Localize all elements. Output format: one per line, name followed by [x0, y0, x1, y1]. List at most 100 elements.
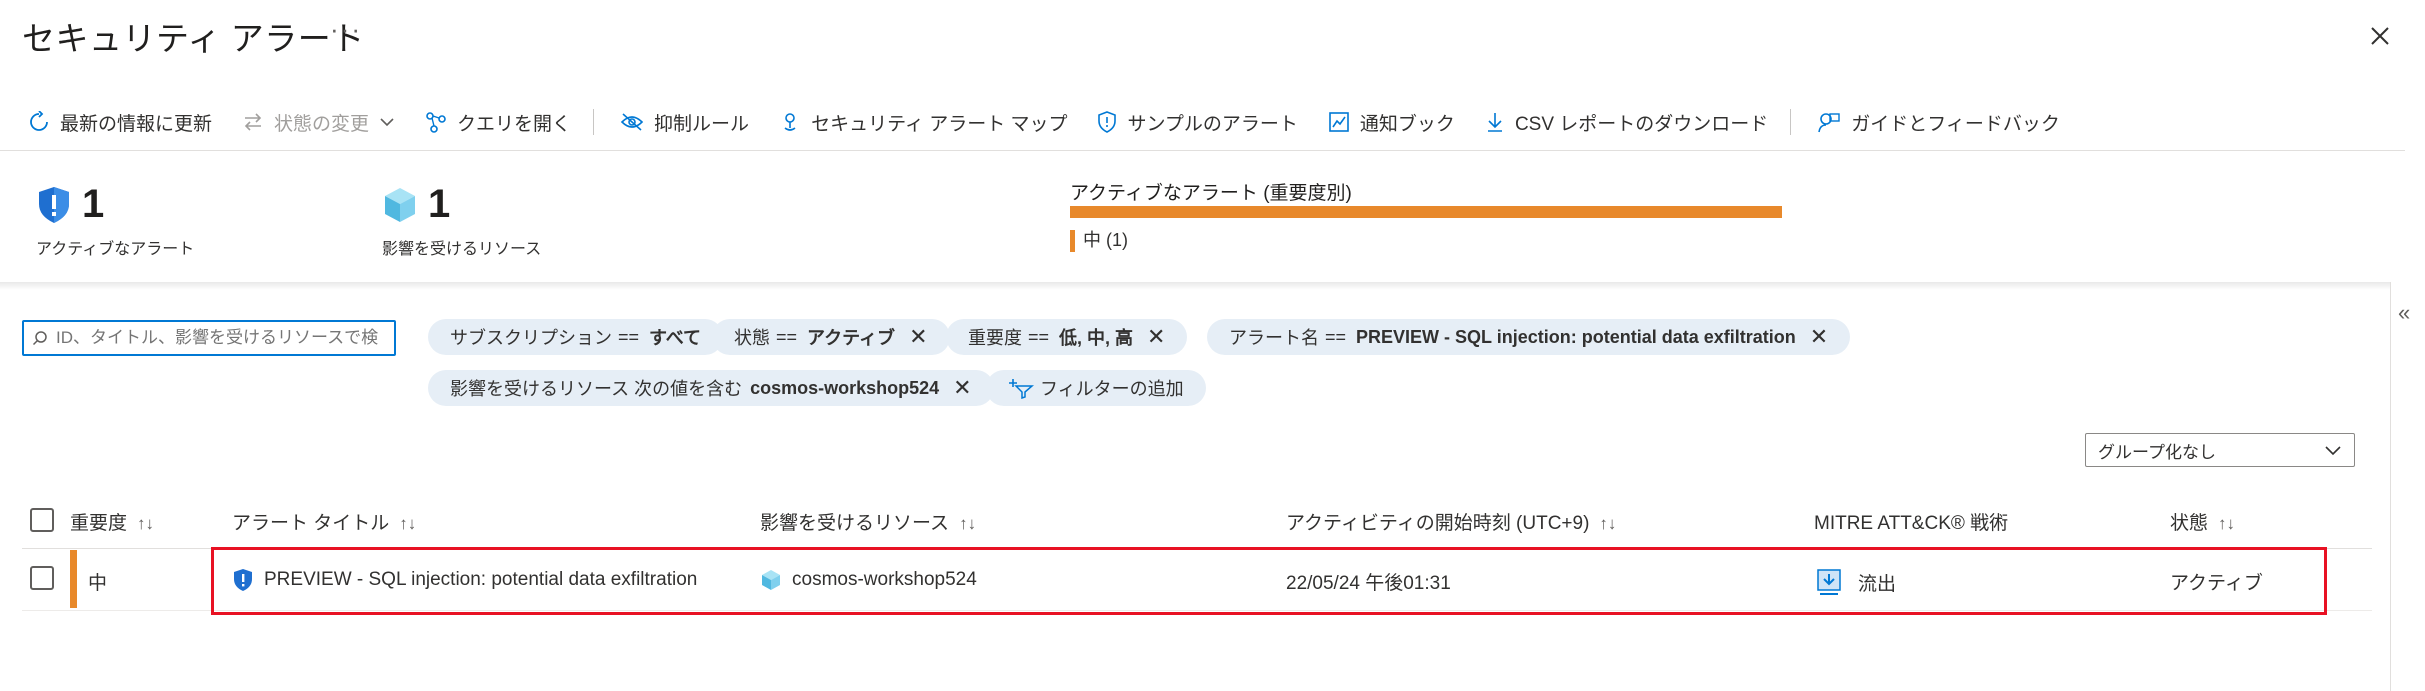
open-query-button[interactable]: クエリを開く — [425, 109, 571, 136]
eye-slash-icon — [620, 113, 644, 131]
security-alert-map-label: セキュリティ アラート マップ — [811, 113, 1068, 135]
filter-resource-value: cosmos-workshop524 — [750, 377, 940, 398]
group-by-dropdown[interactable]: グループ化なし — [2085, 433, 2355, 467]
cube-icon — [385, 187, 415, 222]
open-query-label: クエリを開く — [457, 113, 572, 135]
filter-alert-name[interactable]: アラート名 == PREVIEW - SQL injection: potent… — [1207, 319, 1851, 355]
search-icon — [32, 331, 47, 346]
collapse-panel-icon[interactable]: « — [2398, 300, 2410, 326]
change-status-label: 状態の変更 — [274, 113, 370, 135]
sort-icon: ↑↓ — [399, 514, 417, 533]
page-title: セキュリティ アラート — [22, 20, 365, 57]
active-alerts-count: 1 — [36, 182, 104, 227]
filter-subscription-value: すべて — [649, 328, 702, 348]
column-start-time-label: アクティビティの開始時刻 (UTC+9) — [1286, 513, 1590, 534]
filter-operator: == — [618, 326, 640, 347]
filter-operator: == — [1028, 326, 1050, 347]
right-rail — [2390, 282, 2425, 691]
severity-chart-title: アクティブなアラート (重要度別) — [1070, 183, 1352, 204]
column-title-label: アラート タイトル — [232, 513, 390, 534]
filter-severity-value: 低, 中, 高 — [1059, 328, 1134, 348]
refresh-button[interactable]: 最新の情報に更新 — [28, 109, 212, 136]
toolbar: 最新の情報に更新 状態の変更 クエリを開く 抑制ルール セキュリティ アラート … — [28, 104, 2090, 140]
column-header-resource[interactable]: 影響を受けるリソース ↑↓ — [760, 508, 976, 535]
download-csv-button[interactable]: CSV レポートのダウンロード — [1485, 109, 1768, 136]
remove-filter-icon[interactable]: ✕ — [1147, 326, 1165, 348]
refresh-label: 最新の情報に更新 — [60, 113, 213, 135]
select-all-checkbox[interactable] — [30, 508, 54, 532]
add-filter-icon — [1009, 379, 1034, 399]
filter-status-label: 状態 — [734, 328, 770, 348]
severity-bar[interactable] — [1070, 206, 1782, 218]
chart-icon — [1329, 112, 1349, 132]
column-header-status[interactable]: 状態 ↑↓ — [2170, 508, 2235, 535]
filter-subscription-label: サブスクリプション — [450, 328, 612, 348]
column-severity-label: 重要度 — [70, 513, 128, 534]
suppression-rules-label: 抑制ルール — [654, 113, 750, 135]
filter-status[interactable]: 状態 == アクティブ ✕ — [712, 319, 950, 355]
filter-operator: == — [776, 326, 798, 347]
add-filter-label: フィルターの追加 — [1040, 379, 1184, 399]
sample-alerts-button[interactable]: サンプルのアラート — [1097, 109, 1298, 136]
suppression-rules-button[interactable]: 抑制ルール — [620, 109, 749, 136]
security-alert-map-button[interactable]: セキュリティ アラート マップ — [779, 109, 1067, 136]
column-header-title[interactable]: アラート タイトル ↑↓ — [232, 508, 416, 535]
row-highlight-box — [211, 547, 2327, 615]
remove-filter-icon[interactable]: ✕ — [909, 326, 927, 348]
close-icon[interactable] — [2360, 16, 2400, 56]
search-box[interactable] — [22, 320, 396, 356]
severity-legend-mark — [1070, 230, 1075, 253]
download-csv-label: CSV レポートのダウンロード — [1514, 113, 1769, 135]
shield-alert-icon — [39, 186, 69, 223]
workbook-button[interactable]: 通知ブック — [1328, 109, 1455, 136]
query-icon — [426, 112, 446, 133]
sort-icon: ↑↓ — [1599, 514, 1617, 533]
sort-icon: ↑↓ — [2218, 514, 2236, 533]
sample-alerts-label: サンプルのアラート — [1127, 113, 1298, 135]
map-pin-icon — [784, 113, 796, 131]
filter-alert-name-label: アラート名 — [1229, 328, 1319, 348]
filter-alert-name-value: PREVIEW - SQL injection: potential data … — [1356, 326, 1796, 347]
chevron-down-icon — [2325, 446, 2341, 456]
section-shadow — [0, 282, 2405, 290]
filter-severity[interactable]: 重要度 == 低, 中, 高 ✕ — [946, 319, 1188, 355]
remove-filter-icon[interactable]: ✕ — [1810, 326, 1828, 348]
shield-icon — [1098, 111, 1117, 133]
more-options-icon[interactable]: ··· — [330, 14, 362, 45]
search-input[interactable] — [54, 327, 388, 349]
add-filter-button[interactable]: フィルターの追加 — [986, 370, 1206, 406]
affected-resources-value: 1 — [428, 182, 451, 226]
column-status-label: 状態 — [2170, 513, 2209, 534]
refresh-icon — [30, 111, 48, 131]
toolbar-divider — [1790, 109, 1792, 135]
severity-stripe — [70, 550, 77, 608]
feedback-icon — [1818, 113, 1840, 133]
chevron-down-icon — [380, 118, 394, 127]
affected-resources-label: 影響を受けるリソース — [382, 241, 542, 258]
workbook-label: 通知ブック — [1359, 113, 1455, 135]
filter-status-value: アクティブ — [807, 328, 896, 348]
group-by-value: グループ化なし — [2098, 442, 2216, 462]
active-alerts-value: 1 — [82, 182, 105, 226]
remove-filter-icon[interactable]: ✕ — [953, 377, 971, 399]
filter-subscription[interactable]: サブスクリプション == すべて — [428, 319, 724, 355]
change-status-button[interactable]: 状態の変更 — [242, 109, 395, 136]
affected-resources-count: 1 — [382, 182, 450, 227]
row-severity: 中 — [88, 573, 108, 594]
sort-icon: ↑↓ — [959, 514, 977, 533]
severity-legend-text: 中 (1) — [1083, 230, 1128, 250]
filter-resource[interactable]: 影響を受けるリソース 次の値を含む cosmos-workshop524 ✕ — [428, 370, 994, 406]
toolbar-divider — [593, 109, 595, 135]
filter-severity-label: 重要度 — [968, 328, 1022, 348]
guide-feedback-label: ガイドとフィードバック — [1851, 113, 2060, 135]
column-header-start-time[interactable]: アクティビティの開始時刻 (UTC+9) ↑↓ — [1286, 508, 1616, 535]
swap-icon — [244, 113, 262, 131]
row-checkbox[interactable] — [30, 566, 54, 590]
severity-legend: 中 (1) — [1070, 226, 1128, 253]
filter-operator: == — [1325, 326, 1347, 347]
column-header-severity[interactable]: 重要度 ↑↓ — [70, 508, 154, 535]
guide-feedback-button[interactable]: ガイドとフィードバック — [1817, 109, 2060, 136]
download-icon — [1487, 113, 1502, 132]
column-tactics-label: MITRE ATT&CK® 戦術 — [1814, 513, 2009, 534]
column-header-tactics: MITRE ATT&CK® 戦術 — [1814, 508, 2008, 535]
